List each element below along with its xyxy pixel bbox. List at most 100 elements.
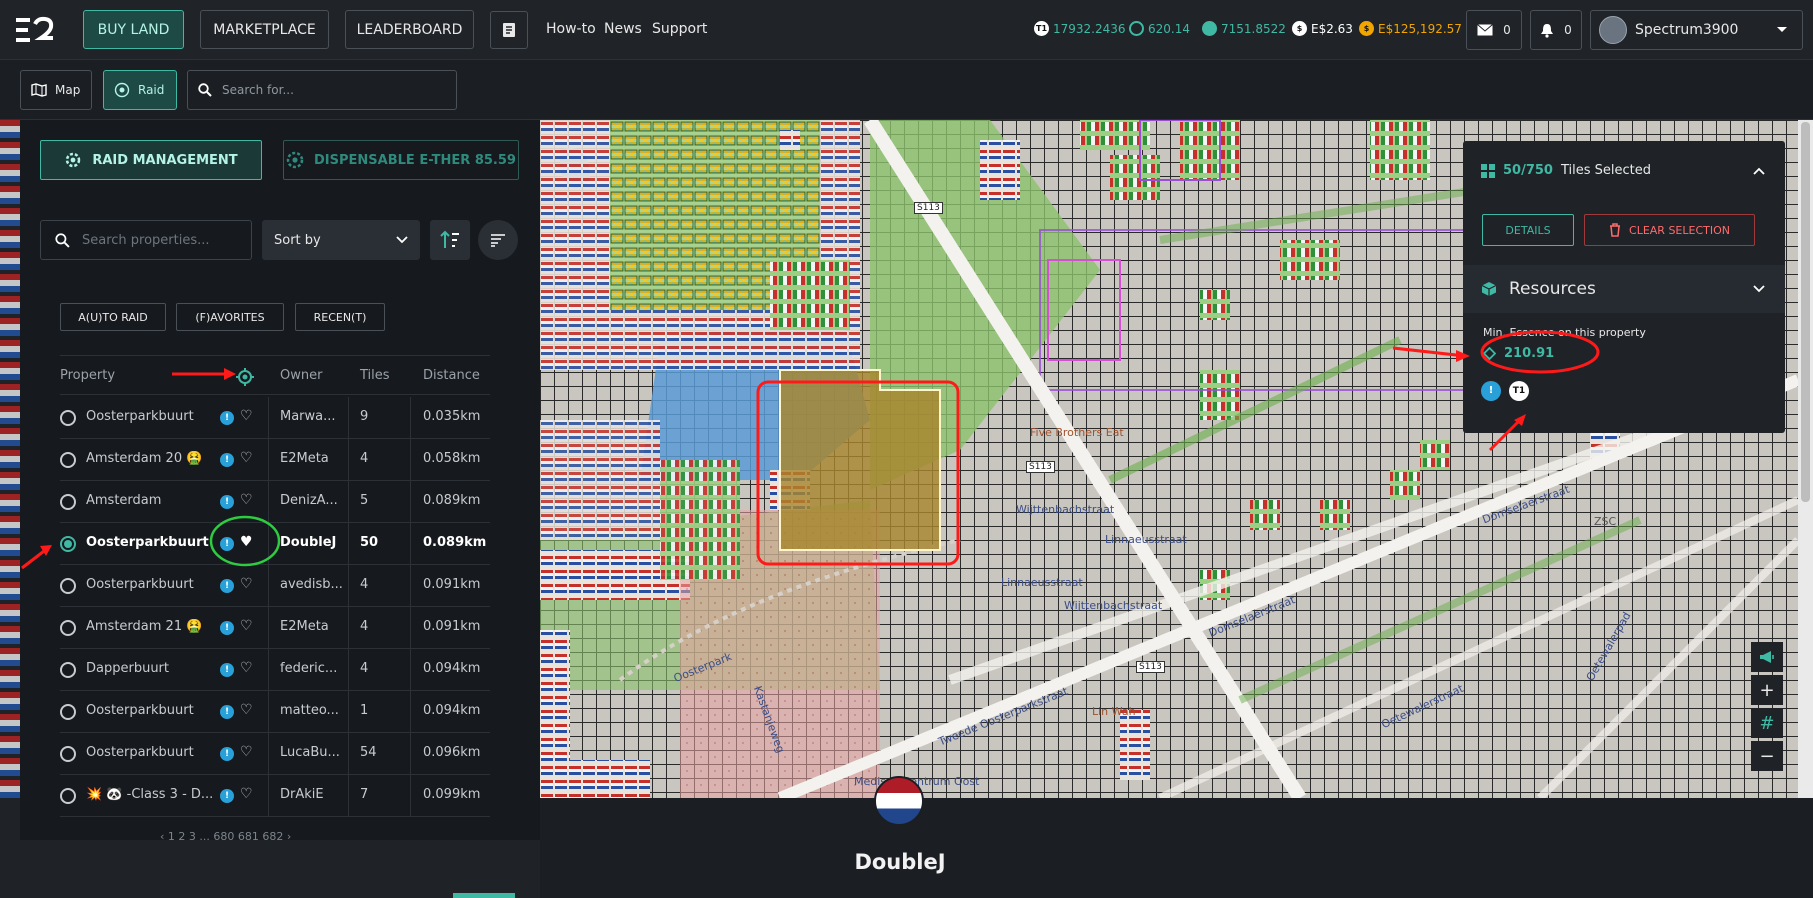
raid-mode-label: Raid — [138, 83, 165, 97]
user-menu[interactable]: Spectrum3900 — [1590, 10, 1803, 50]
support-link[interactable]: Support — [652, 21, 707, 37]
row-property: Oosterparkbuurt — [86, 409, 194, 424]
column-divider — [268, 397, 269, 439]
howto-link[interactable]: How-to — [546, 21, 596, 37]
table-row[interactable]: 💥 🐼 -Class 3 - D...! ♡ DrAkiE 7 0.099km — [60, 775, 490, 817]
row-property: Oosterparkbuurt — [86, 745, 194, 760]
favorite-heart-icon[interactable]: ♡ — [240, 576, 253, 592]
table-row[interactable]: Oosterparkbuurt! ♡ LucaBu... 54 0.096km — [60, 733, 490, 775]
recent-filter[interactable]: RECEN(T) — [295, 303, 385, 331]
chevron-down-icon — [1777, 27, 1787, 32]
favorite-heart-icon[interactable]: ♡ — [240, 618, 253, 634]
row-property: Oosterparkbuurt — [86, 535, 209, 550]
row-select-radio[interactable] — [60, 494, 76, 510]
auto-raid-filter[interactable]: A(U)TO RAID — [60, 303, 166, 331]
row-select-radio[interactable] — [60, 410, 76, 426]
clear-selection-button[interactable]: CLEAR SELECTION — [1584, 214, 1755, 246]
table-row[interactable]: Oosterparkbuurt! ♡ matteo... 1 0.094km — [60, 691, 490, 733]
wallet-ether: 7151.8522 — [1202, 21, 1286, 36]
row-tiles: 9 — [360, 409, 369, 424]
favorites-filter[interactable]: (F)AVORITES — [176, 303, 284, 331]
row-tiles: 1 — [360, 703, 369, 718]
global-search-input[interactable]: Search for... — [187, 70, 457, 110]
favorite-heart-icon[interactable]: ♡ — [240, 702, 253, 718]
table-row[interactable]: Oosterparkbuurt! ♡ Marwa... 9 0.035km — [60, 397, 490, 439]
info-badge-icon: ! — [220, 747, 234, 761]
row-select-radio[interactable] — [60, 662, 76, 678]
column-divider — [268, 649, 269, 691]
row-select-radio[interactable] — [60, 788, 76, 804]
notifications-button[interactable]: 0 — [1530, 10, 1582, 50]
row-property: Amsterdam — [86, 493, 162, 508]
favorite-heart-icon[interactable]: ♡ — [240, 450, 253, 466]
row-select-radio[interactable] — [60, 746, 76, 762]
favorite-heart-icon[interactable]: ♡ — [240, 786, 253, 802]
top-navigation-bar: BUY LAND MARKETPLACE LEADERBOARD How-to … — [0, 0, 1813, 60]
column-divider — [410, 649, 411, 691]
essence-value: 210.91 — [1504, 346, 1555, 361]
map-mode-button[interactable]: Map — [20, 70, 92, 110]
row-select-radio[interactable] — [60, 620, 76, 636]
row-select-radio[interactable] — [60, 452, 76, 468]
locate-icon[interactable] — [236, 368, 254, 386]
clear-selection-label: CLEAR SELECTION — [1629, 223, 1730, 237]
mail-button[interactable]: 0 — [1466, 10, 1522, 50]
e-dollar-balance: E$2.63 — [1311, 21, 1353, 36]
column-divider — [348, 523, 349, 565]
chevron-up-icon[interactable] — [1753, 167, 1765, 175]
search-icon — [55, 232, 70, 248]
favorite-heart-icon[interactable]: ♥ — [240, 534, 253, 550]
zoom-out-button[interactable]: − — [1751, 741, 1783, 771]
buy-land-button[interactable]: BUY LAND — [83, 10, 184, 49]
zoom-in-button[interactable]: + — [1751, 675, 1783, 705]
ether-icon — [1202, 21, 1217, 36]
column-divider — [268, 565, 269, 607]
list-sort-button[interactable] — [478, 220, 518, 260]
marketplace-button[interactable]: MARKETPLACE — [200, 10, 329, 49]
row-property: Oosterparkbuurt — [86, 703, 194, 718]
pagination[interactable]: ‹ 1 2 3 ... 680 681 682 › — [160, 830, 291, 843]
table-row[interactable]: Amsterdam 20 🤮! ♡ E2Meta 4 0.058km — [60, 439, 490, 481]
info-badge-icon: ! — [220, 789, 234, 803]
table-row[interactable]: Oosterparkbuurt! ♡ avedisb... 4 0.091km — [60, 565, 490, 607]
table-row[interactable]: Amsterdam! ♡ DenizA... 5 0.089km — [60, 481, 490, 523]
cube-icon — [1481, 282, 1497, 296]
row-select-radio[interactable] — [60, 704, 76, 720]
t1-icon: T1 — [1034, 21, 1049, 36]
sort-by-select[interactable]: Sort by — [262, 220, 420, 260]
raid-management-button[interactable]: RAID MANAGEMENT — [40, 140, 262, 180]
row-select-radio[interactable] — [60, 578, 76, 594]
favorite-heart-icon[interactable]: ♡ — [240, 408, 253, 424]
row-distance: 0.058km — [423, 451, 481, 466]
leaderboard-button[interactable]: LEADERBOARD — [345, 10, 474, 49]
t1-badge-icon: T1 — [1509, 381, 1529, 401]
row-select-radio[interactable] — [60, 536, 76, 552]
e2-logo-icon[interactable] — [14, 16, 56, 44]
row-property: Amsterdam 20 🤮 — [86, 451, 203, 466]
grid-icon — [1481, 163, 1495, 178]
column-divider — [268, 523, 269, 565]
sort-order-button[interactable] — [430, 220, 470, 260]
column-divider — [268, 691, 269, 733]
row-owner: avedisb... — [280, 577, 343, 592]
dispensable-ether-button[interactable]: DISPENSABLE E-THER 85.59 — [283, 140, 519, 180]
raid-mode-button[interactable]: Raid — [103, 70, 177, 110]
page-scrollbar-thumb[interactable] — [1801, 122, 1810, 502]
table-row[interactable]: Amsterdam 21 🤮! ♡ E2Meta 4 0.091km — [60, 607, 490, 649]
favorite-heart-icon[interactable]: ♡ — [240, 744, 253, 760]
row-distance: 0.091km — [423, 619, 481, 634]
resources-section-header[interactable]: Resources — [1463, 265, 1785, 313]
favorite-heart-icon[interactable]: ♡ — [240, 492, 253, 508]
document-button[interactable] — [490, 11, 528, 49]
announce-button[interactable] — [1751, 642, 1783, 672]
favorite-heart-icon[interactable]: ♡ — [240, 660, 253, 676]
news-link[interactable]: News — [604, 21, 642, 37]
details-button[interactable]: DETAILS — [1482, 214, 1574, 246]
table-row[interactable]: Dapperbuurt! ♡ federic... 4 0.094km — [60, 649, 490, 691]
table-row[interactable]: Oosterparkbuurt! ♥ DoubleJ 50 0.089km — [60, 523, 490, 565]
property-search-input[interactable]: Search properties... — [40, 220, 252, 260]
tiles-selected-suffix: Tiles Selected — [1560, 163, 1652, 178]
grid-toggle-button[interactable]: # — [1751, 708, 1783, 738]
notification-count: 0 — [1564, 23, 1572, 37]
column-divider — [410, 733, 411, 775]
